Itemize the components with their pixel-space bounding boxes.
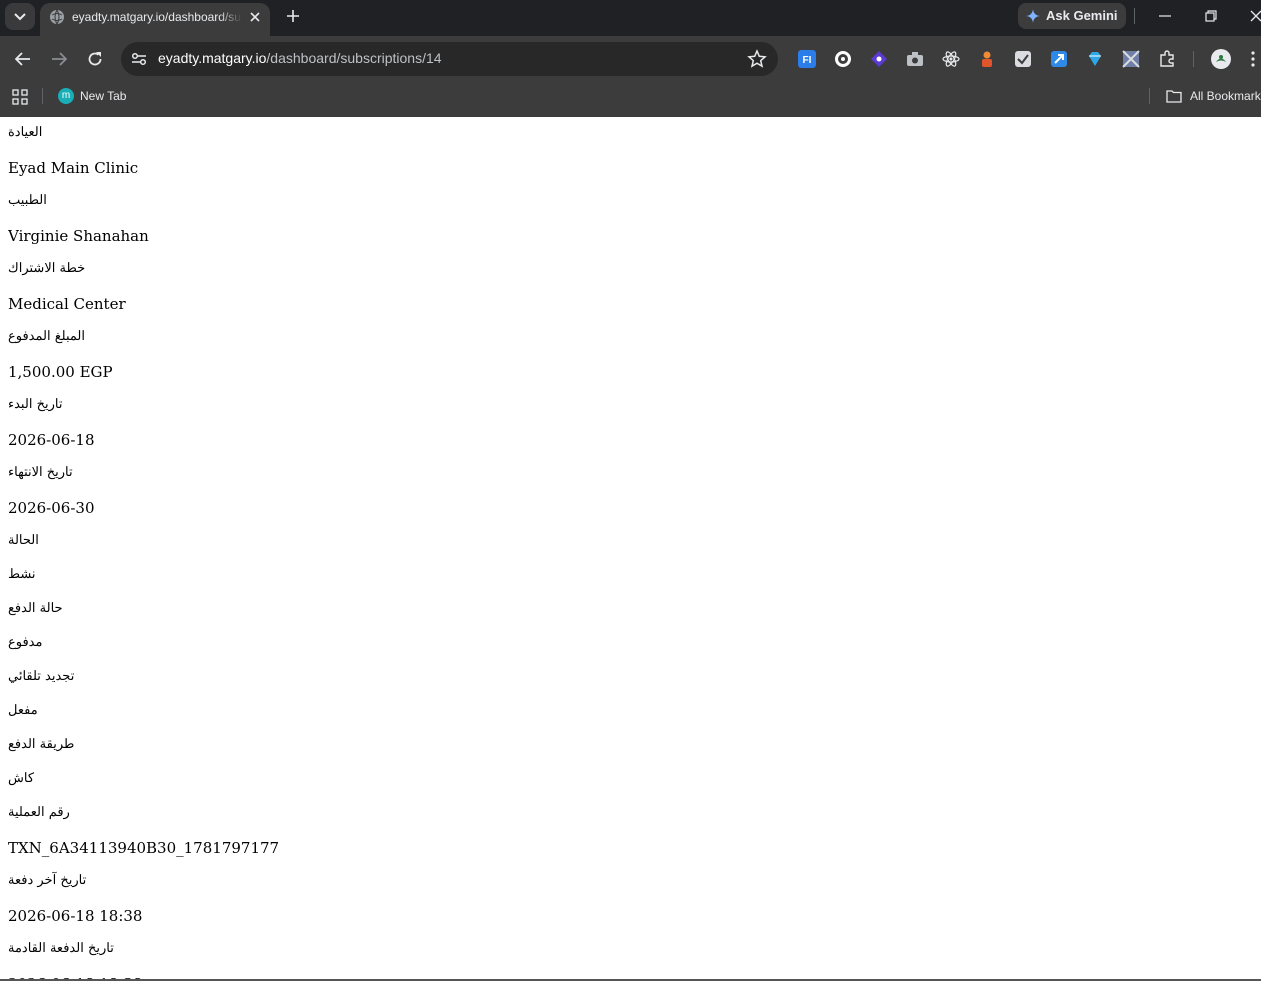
all-bookmarks-button[interactable]: All Bookmarks <box>1166 87 1261 107</box>
checkbox-icon[interactable] <box>1014 50 1032 68</box>
close-icon <box>1250 10 1261 22</box>
tab-search-button[interactable] <box>5 3 35 30</box>
next-payment-value: 2026-06-18 18:38 <box>8 967 1253 979</box>
last-payment-label: تاريخ آخر دفعة <box>8 873 87 888</box>
chevron-down-icon <box>14 12 26 20</box>
bookmark-label: New Tab <box>80 89 127 103</box>
url-text[interactable]: eyadty.matgary.io/dashboard/subscription… <box>158 50 442 66</box>
all-bookmarks-label: All Bookmarks <box>1190 89 1261 103</box>
end-date-field: تاريخ الانتهاء 2026-06-30 <box>8 457 1253 525</box>
ask-gemini-label: Ask Gemini <box>1046 8 1118 23</box>
new-tab-button[interactable] <box>282 5 304 27</box>
reload-button[interactable] <box>81 45 109 73</box>
plan-field: خطة الاشتراك Medical Center <box>8 253 1253 321</box>
plan-value: Medical Center <box>8 295 126 313</box>
gemini-sparkle-icon <box>1026 9 1040 23</box>
address-bar[interactable]: eyadty.matgary.io/dashboard/subscription… <box>121 42 778 76</box>
forward-arrow-icon <box>52 52 67 66</box>
divider <box>1149 88 1150 104</box>
extension-circle-icon[interactable] <box>834 50 852 68</box>
extension-arrow-icon[interactable] <box>1050 50 1068 68</box>
gem-icon[interactable] <box>1086 50 1104 68</box>
plan-label: خطة الاشتراك <box>8 261 86 276</box>
camera-icon[interactable] <box>906 50 924 68</box>
back-button[interactable] <box>9 45 37 73</box>
folder-icon <box>1166 90 1182 103</box>
payment-method-value: كاش <box>8 771 35 786</box>
clinic-label: العيادة <box>8 125 43 140</box>
last-payment-field: تاريخ آخر دفعة 2026-06-18 18:38 <box>8 865 1253 933</box>
svg-text:FI: FI <box>803 55 812 66</box>
extension-fi-icon[interactable]: FI <box>798 50 816 68</box>
transaction-label: رقم العملية <box>8 805 70 820</box>
react-icon[interactable] <box>942 50 960 68</box>
amount-label: المبلغ المدفوع <box>8 329 85 344</box>
ask-gemini-button[interactable]: Ask Gemini <box>1018 3 1126 29</box>
doctor-field: الطبيب Virginie Shanahan <box>8 185 1253 253</box>
doctor-value: Virginie Shanahan <box>8 227 149 245</box>
browser-chrome: eyadty.matgary.io/dashboard/subscription… <box>0 0 1261 117</box>
url-host: eyadty.matgary.io <box>158 50 267 66</box>
transaction-field: رقم العملية TXN_6A34113940B30_1781797177 <box>8 797 1253 865</box>
bookmark-star-icon[interactable] <box>747 49 767 69</box>
end-date-value: 2026-06-30 <box>8 499 95 517</box>
tab-title: eyadty.matgary.io/dashboard/subscription… <box>72 10 242 24</box>
toolbar: eyadty.matgary.io/dashboard/subscription… <box>0 36 1261 82</box>
last-payment-value: 2026-06-18 18:38 <box>8 907 143 925</box>
avatar-icon <box>1216 55 1226 62</box>
payment-status-field: حالة الدفع مدفوع <box>8 593 1253 661</box>
bookmarks-bar: m New Tab All Bookmarks <box>0 82 1261 117</box>
globe-icon <box>50 9 64 25</box>
more-menu-icon[interactable] <box>1250 50 1256 68</box>
start-date-value: 2026-06-18 <box>8 431 95 449</box>
extension-grid-icon[interactable] <box>1122 50 1140 68</box>
minimize-icon <box>1159 15 1171 17</box>
payment-method-field: طريقة الدفع كاش <box>8 729 1253 797</box>
next-payment-field: تاريخ الدفعة القادمة 2026-06-18 18:38 <box>8 933 1253 979</box>
profile-avatar[interactable] <box>1211 49 1231 69</box>
close-icon <box>250 12 260 22</box>
tab-strip: eyadty.matgary.io/dashboard/subscription… <box>0 0 1261 36</box>
transaction-value: TXN_6A34113940B30_1781797177 <box>8 839 280 857</box>
auto-renew-label: تجديد تلقائي <box>8 669 75 684</box>
divider <box>1193 51 1194 67</box>
start-date-label: تاريخ البدء <box>8 397 63 412</box>
restore-button[interactable] <box>1197 4 1225 28</box>
extension-figure-icon[interactable] <box>978 50 996 68</box>
status-value: نشط <box>8 567 36 582</box>
reload-icon <box>88 52 102 66</box>
subscription-details: العيادة Eyad Main Clinic الطبيب Virginie… <box>8 117 1253 979</box>
forward-button[interactable] <box>45 45 73 73</box>
auto-renew-field: تجديد تلقائي مفعل <box>8 661 1253 729</box>
url-path: /dashboard/subscriptions/14 <box>266 50 442 66</box>
close-window-button[interactable] <box>1242 4 1261 28</box>
active-tab[interactable]: eyadty.matgary.io/dashboard/subscription… <box>40 3 270 36</box>
auto-renew-value: مفعل <box>8 703 38 718</box>
minimize-button[interactable] <box>1151 4 1179 28</box>
amount-field: المبلغ المدفوع 1,500.00 EGP <box>8 321 1253 389</box>
amount-value: 1,500.00 EGP <box>8 363 113 381</box>
divider <box>42 88 43 104</box>
site-info-icon[interactable] <box>130 50 148 68</box>
plus-icon <box>287 10 299 22</box>
tab-close-button[interactable] <box>247 9 263 25</box>
back-arrow-icon <box>15 52 30 66</box>
payment-method-label: طريقة الدفع <box>8 737 75 752</box>
clinic-field: العيادة Eyad Main Clinic <box>8 117 1253 185</box>
doctor-label: الطبيب <box>8 193 47 208</box>
payment-status-value: مدفوع <box>8 635 43 650</box>
status-field: الحالة نشط <box>8 525 1253 593</box>
extension-diamond-icon[interactable] <box>870 50 888 68</box>
puzzle-icon[interactable] <box>1158 50 1176 68</box>
bookmark-favicon: m <box>58 88 74 104</box>
start-date-field: تاريخ البدء 2026-06-18 <box>8 389 1253 457</box>
divider <box>1134 8 1135 24</box>
restore-icon <box>1205 10 1217 22</box>
apps-grid-icon[interactable] <box>12 89 28 105</box>
next-payment-label: تاريخ الدفعة القادمة <box>8 941 114 956</box>
clinic-value: Eyad Main Clinic <box>8 159 139 177</box>
status-label: الحالة <box>8 533 39 548</box>
end-date-label: تاريخ الانتهاء <box>8 465 73 480</box>
payment-status-label: حالة الدفع <box>8 601 63 616</box>
